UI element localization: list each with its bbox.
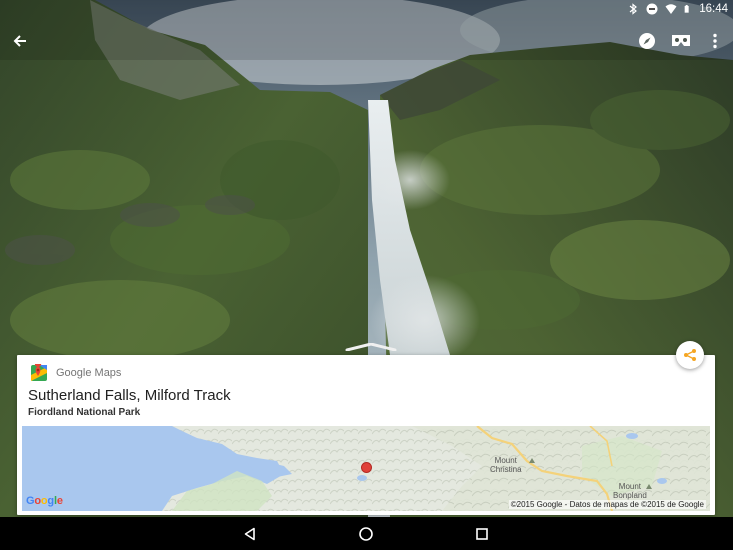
map-copyright: ©2015 Google - Datos de mapas de ©2015 d…	[508, 500, 706, 509]
google-maps-icon	[31, 364, 47, 381]
more-vert-icon	[713, 33, 717, 49]
battery-icon	[684, 5, 689, 13]
more-options-button[interactable]	[704, 30, 726, 52]
back-button[interactable]	[9, 30, 31, 52]
map-label-mount-bonpland: Mount Bonpland	[613, 482, 647, 500]
place-title: Sutherland Falls, Milford Track	[28, 387, 231, 404]
nav-back-button[interactable]	[241, 525, 259, 543]
back-arrow-icon	[13, 35, 26, 47]
nav-recents-button[interactable]	[473, 525, 491, 543]
google-logo: Google	[26, 495, 63, 507]
wifi-icon	[665, 4, 677, 14]
back-triangle-icon	[244, 527, 255, 541]
status-bar: 16:44	[0, 0, 733, 18]
cardboard-vr-button[interactable]	[670, 30, 692, 52]
brand-row: Google Maps	[30, 364, 121, 382]
place-info-card[interactable]: Google Maps Sutherland Falls, Milford Tr…	[17, 355, 715, 515]
map-label-mount-christina: Mount Christina	[490, 456, 522, 474]
map-location-marker[interactable]	[362, 463, 371, 472]
drag-handle[interactable]	[345, 343, 397, 351]
compass-icon	[639, 33, 655, 49]
location-map[interactable]: Mount Christina Mount Bonpland Google ©2…	[22, 426, 710, 511]
recents-square-icon	[476, 528, 488, 540]
do-not-disturb-icon	[646, 3, 658, 15]
cardboard-vr-icon	[672, 35, 690, 46]
compass-button[interactable]	[636, 30, 658, 52]
bluetooth-icon	[629, 3, 638, 15]
place-subtitle: Fiordland National Park	[28, 407, 141, 418]
nav-home-button[interactable]	[357, 525, 375, 543]
status-time: 16:44	[699, 3, 728, 15]
share-icon	[684, 349, 696, 361]
navigation-bar	[0, 517, 733, 550]
brand-label: Google Maps	[56, 367, 122, 379]
share-button[interactable]	[676, 341, 704, 369]
home-circle-icon	[359, 527, 373, 541]
